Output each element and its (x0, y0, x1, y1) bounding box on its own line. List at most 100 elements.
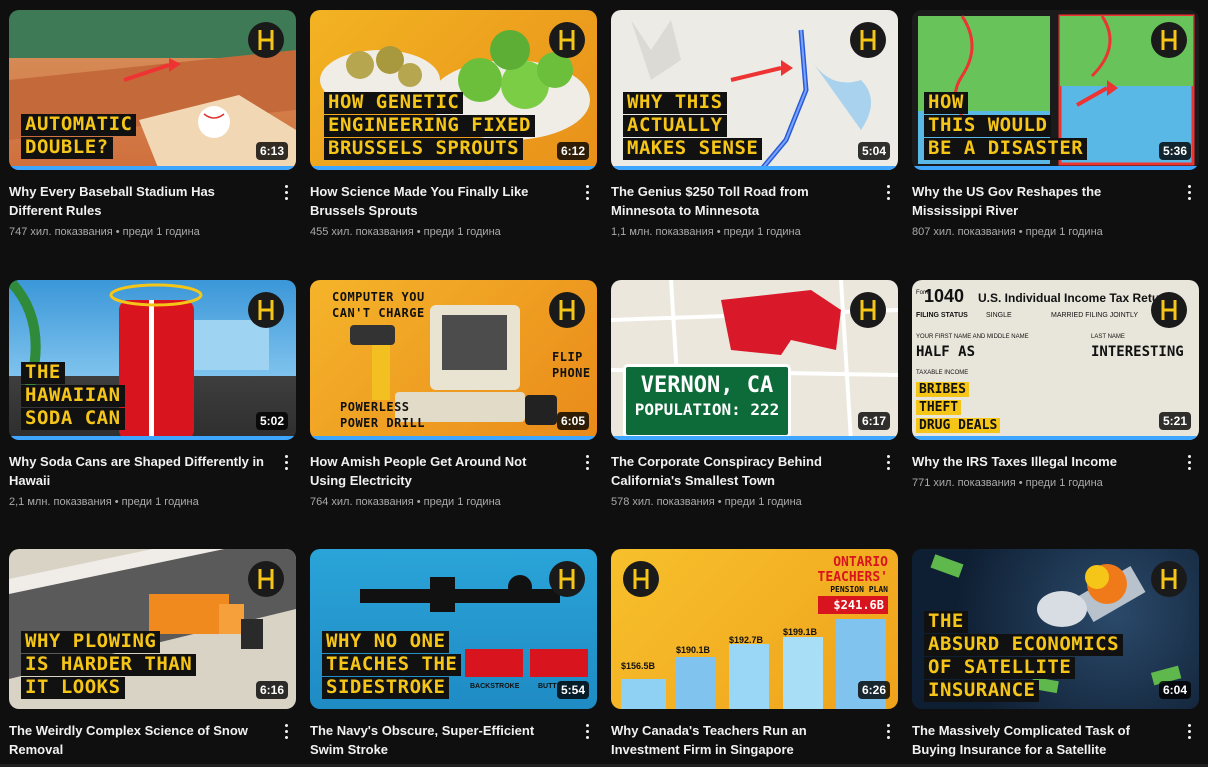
video-duration: 6:17 (857, 412, 890, 430)
video-card[interactable]: HOW GENETIC ENGINEERING FIXED BRUSSELS S… (310, 10, 597, 238)
more-options-icon[interactable] (1179, 180, 1199, 204)
video-card[interactable]: HOW THIS WOULD BE A DISASTER 5:36 Why th… (912, 10, 1199, 238)
video-thumbnail[interactable]: ONTARIO TEACHERS' PENSION PLAN $241.6B $… (611, 549, 898, 709)
separator-dot: • (115, 226, 120, 238)
video-title[interactable]: How Amish People Get Around Not Using El… (310, 452, 565, 490)
video-title[interactable]: The Massively Complicated Task of Buying… (912, 721, 1167, 759)
video-duration: 5:54 (556, 681, 589, 699)
channel-logo-icon (623, 561, 659, 597)
video-meta: The Massively Complicated Task of Buying… (912, 709, 1199, 759)
video-card[interactable]: AUTOMATIC DOUBLE? 6:13 Why Every Basebal… (9, 10, 296, 238)
separator-dot: • (416, 496, 421, 508)
channel-logo-icon (248, 561, 284, 597)
video-duration: 6:26 (857, 681, 890, 699)
view-count: 807 хил. показвания (912, 226, 1016, 238)
more-options-icon[interactable] (878, 450, 898, 474)
channel-logo-icon (1151, 561, 1187, 597)
video-duration: 5:02 (255, 412, 288, 430)
video-thumbnail[interactable]: THE HAWAIIAN SODA CAN 5:02 (9, 280, 296, 440)
video-title[interactable]: The Navy's Obscure, Super-Efficient Swim… (310, 721, 565, 759)
video-duration: 6:16 (255, 681, 288, 699)
video-stats: 578 хил. показвания • преди 1 година (611, 496, 898, 508)
video-title[interactable]: Why the IRS Taxes Illegal Income (912, 452, 1167, 471)
video-grid: AUTOMATIC DOUBLE? 6:13 Why Every Basebal… (0, 0, 1208, 767)
video-stats: 807 хил. показвания • преди 1 година (912, 226, 1199, 238)
video-title[interactable]: The Genius $250 Toll Road from Minnesota… (611, 182, 866, 220)
video-title[interactable]: The Weirdly Complex Science of Snow Remo… (9, 721, 264, 759)
upload-age: преди 1 година (1025, 226, 1103, 238)
video-card[interactable]: ONTARIO TEACHERS' PENSION PLAN $241.6B $… (611, 549, 898, 759)
video-card[interactable]: WHY THIS ACTUALLY MAKES SENSE 5:04 The G… (611, 10, 898, 238)
more-options-icon[interactable] (577, 180, 597, 204)
video-meta: The Genius $250 Toll Road from Minnesota… (611, 170, 898, 238)
more-options-icon[interactable] (577, 719, 597, 743)
separator-dot: • (1018, 477, 1023, 489)
video-title[interactable]: Why the US Gov Reshapes the Mississippi … (912, 182, 1167, 220)
video-meta: Why the US Gov Reshapes the Mississippi … (912, 170, 1199, 238)
video-thumbnail[interactable]: HOW THIS WOULD BE A DISASTER 5:36 (912, 10, 1199, 170)
video-thumbnail[interactable]: HOW GENETIC ENGINEERING FIXED BRUSSELS S… (310, 10, 597, 170)
separator-dot: • (716, 226, 721, 238)
video-meta: The Weirdly Complex Science of Snow Remo… (9, 709, 296, 759)
more-options-icon[interactable] (878, 180, 898, 204)
view-count: 578 хил. показвания (611, 496, 715, 508)
shell-value: $199.1B (783, 627, 818, 637)
video-stats: 764 хил. показвания • преди 1 година (310, 496, 597, 508)
upload-age: преди 1 година (1025, 477, 1103, 489)
video-thumbnail[interactable]: Form 1040 U.S. Individual Income Tax Ret… (912, 280, 1199, 440)
channel-logo-icon (248, 22, 284, 58)
video-meta: How Amish People Get Around Not Using El… (310, 440, 597, 508)
video-meta: The Navy's Obscure, Super-Efficient Swim… (310, 709, 597, 759)
video-title[interactable]: How Science Made You Finally Like Brusse… (310, 182, 565, 220)
video-thumbnail[interactable]: WHY THIS ACTUALLY MAKES SENSE 5:04 (611, 10, 898, 170)
more-options-icon[interactable] (878, 719, 898, 743)
mcdonalds-value: $192.7B (729, 635, 764, 645)
separator-dot: • (1018, 226, 1023, 238)
backstroke-label: BACKSTROKE (470, 683, 520, 690)
video-card[interactable]: COMPUTER YOU CAN'T CHARGE POWERLESS POWE… (310, 280, 597, 508)
video-meta: Why the IRS Taxes Illegal Income 771 хил… (912, 440, 1199, 489)
video-card[interactable]: WHY NO ONE TEACHES THE SIDESTROKE BACKST… (310, 549, 597, 759)
video-duration: 6:12 (556, 142, 589, 160)
more-options-icon[interactable] (276, 450, 296, 474)
channel-logo-icon (549, 22, 585, 58)
video-thumbnail[interactable]: COMPUTER YOU CAN'T CHARGE POWERLESS POWE… (310, 280, 597, 440)
video-thumbnail[interactable]: AUTOMATIC DOUBLE? 6:13 (9, 10, 296, 170)
video-card[interactable]: Form 1040 U.S. Individual Income Tax Ret… (912, 280, 1199, 489)
toyota-value: $190.1B (676, 645, 711, 655)
vernon-city-sign: VERNON, CA POPULATION: 222 (623, 364, 791, 438)
video-card[interactable]: VERNON, CA POPULATION: 222 6:17 The Corp… (611, 280, 898, 508)
video-meta: Why Every Baseball Stadium Has Different… (9, 170, 296, 238)
video-meta: The Corporate Conspiracy Behind Californ… (611, 440, 898, 508)
channel-logo-icon (850, 22, 886, 58)
view-count: 747 хил. показвания (9, 226, 113, 238)
channel-logo-icon (549, 561, 585, 597)
video-thumbnail[interactable]: WHY NO ONE TEACHES THE SIDESTROKE BACKST… (310, 549, 597, 709)
upload-age: преди 1 година (423, 496, 501, 508)
video-thumbnail[interactable]: THE ABSURD ECONOMICS OF SATELLITE INSURA… (912, 549, 1199, 709)
more-options-icon[interactable] (1179, 719, 1199, 743)
video-meta: Why Soda Cans are Shaped Differently in … (9, 440, 296, 508)
more-options-icon[interactable] (577, 450, 597, 474)
video-title[interactable]: Why Every Baseball Stadium Has Different… (9, 182, 264, 220)
video-stats: 771 хил. показвания • преди 1 година (912, 477, 1199, 489)
upload-age: преди 1 година (121, 496, 199, 508)
video-stats: 747 хил. показвания • преди 1 година (9, 226, 296, 238)
video-thumbnail[interactable]: WHY PLOWING IS HARDER THAN IT LOOKS 6:16 (9, 549, 296, 709)
video-title[interactable]: Why Canada's Teachers Run an Investment … (611, 721, 866, 759)
video-thumbnail[interactable]: VERNON, CA POPULATION: 222 6:17 (611, 280, 898, 440)
more-options-icon[interactable] (276, 180, 296, 204)
video-title[interactable]: The Corporate Conspiracy Behind Californ… (611, 452, 866, 490)
channel-logo-icon (1151, 292, 1187, 328)
upload-age: преди 1 година (724, 496, 802, 508)
butterfly-label: BUTT (538, 683, 557, 690)
video-card[interactable]: THE HAWAIIAN SODA CAN 5:02 Why Soda Cans… (9, 280, 296, 508)
video-card[interactable]: THE ABSURD ECONOMICS OF SATELLITE INSURA… (912, 549, 1199, 759)
channel-logo-icon (549, 292, 585, 328)
video-title[interactable]: Why Soda Cans are Shaped Differently in … (9, 452, 264, 490)
disney-value: $156.5B (621, 661, 656, 671)
video-card[interactable]: WHY PLOWING IS HARDER THAN IT LOOKS 6:16… (9, 549, 296, 759)
more-options-icon[interactable] (276, 719, 296, 743)
more-options-icon[interactable] (1179, 450, 1199, 474)
separator-dot: • (114, 496, 119, 508)
